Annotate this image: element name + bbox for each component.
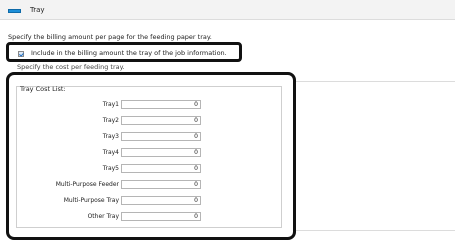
tray-cost-input[interactable]: 0 (121, 100, 201, 109)
tray-cost-label: Tray5 (102, 165, 119, 172)
tray-cost-label: Other Tray (87, 213, 119, 220)
include-tray-option[interactable]: Include in the billing amount the tray o… (6, 42, 242, 62)
include-tray-checkbox[interactable] (18, 51, 24, 57)
tray-cost-input[interactable]: 0 (121, 212, 201, 221)
tray-cost-row: Tray1 0 (9, 100, 299, 110)
tray-cost-row: Tray2 0 (9, 116, 299, 126)
tray-cost-section: Tray Cost List: Tray1 0 Tray2 0 Tray3 0 … (6, 72, 296, 240)
tray-cost-list-title: Tray Cost List: (20, 85, 66, 93)
include-tray-label: Include in the billing amount the tray o… (31, 49, 227, 57)
divider (296, 230, 455, 231)
tray-cost-row: Other Tray 0 (9, 212, 299, 222)
tray-cost-label: Tray1 (102, 101, 119, 108)
tray-cost-label: Multi-Purpose Tray (63, 197, 119, 204)
page-header: Tray (0, 0, 455, 20)
tray-cost-input[interactable]: 0 (121, 196, 201, 205)
tray-cost-label: Tray2 (102, 117, 119, 124)
billing-description: Specify the billing amount per page for … (8, 33, 212, 41)
tray-cost-input[interactable]: 0 (121, 180, 201, 189)
tray-cost-input[interactable]: 0 (121, 116, 201, 125)
tray-cost-label: Multi-Purpose Feeder (55, 181, 119, 188)
tray-cost-row: Tray3 0 (9, 132, 299, 142)
tray-cost-label: Tray3 (102, 133, 119, 140)
cost-hint: Specify the cost per feeding tray. (17, 63, 125, 71)
tray-cost-label: Tray4 (102, 149, 119, 156)
tray-cost-input[interactable]: 0 (121, 132, 201, 141)
tray-icon (8, 9, 21, 13)
tray-cost-row: Multi-Purpose Feeder 0 (9, 180, 299, 190)
tray-cost-input[interactable]: 0 (121, 164, 201, 173)
tray-cost-row: Tray5 0 (9, 164, 299, 174)
page-title: Tray (30, 6, 45, 14)
divider (296, 81, 455, 82)
tray-cost-row: Multi-Purpose Tray 0 (9, 196, 299, 206)
tray-cost-input[interactable]: 0 (121, 148, 201, 157)
tray-cost-row: Tray4 0 (9, 148, 299, 158)
